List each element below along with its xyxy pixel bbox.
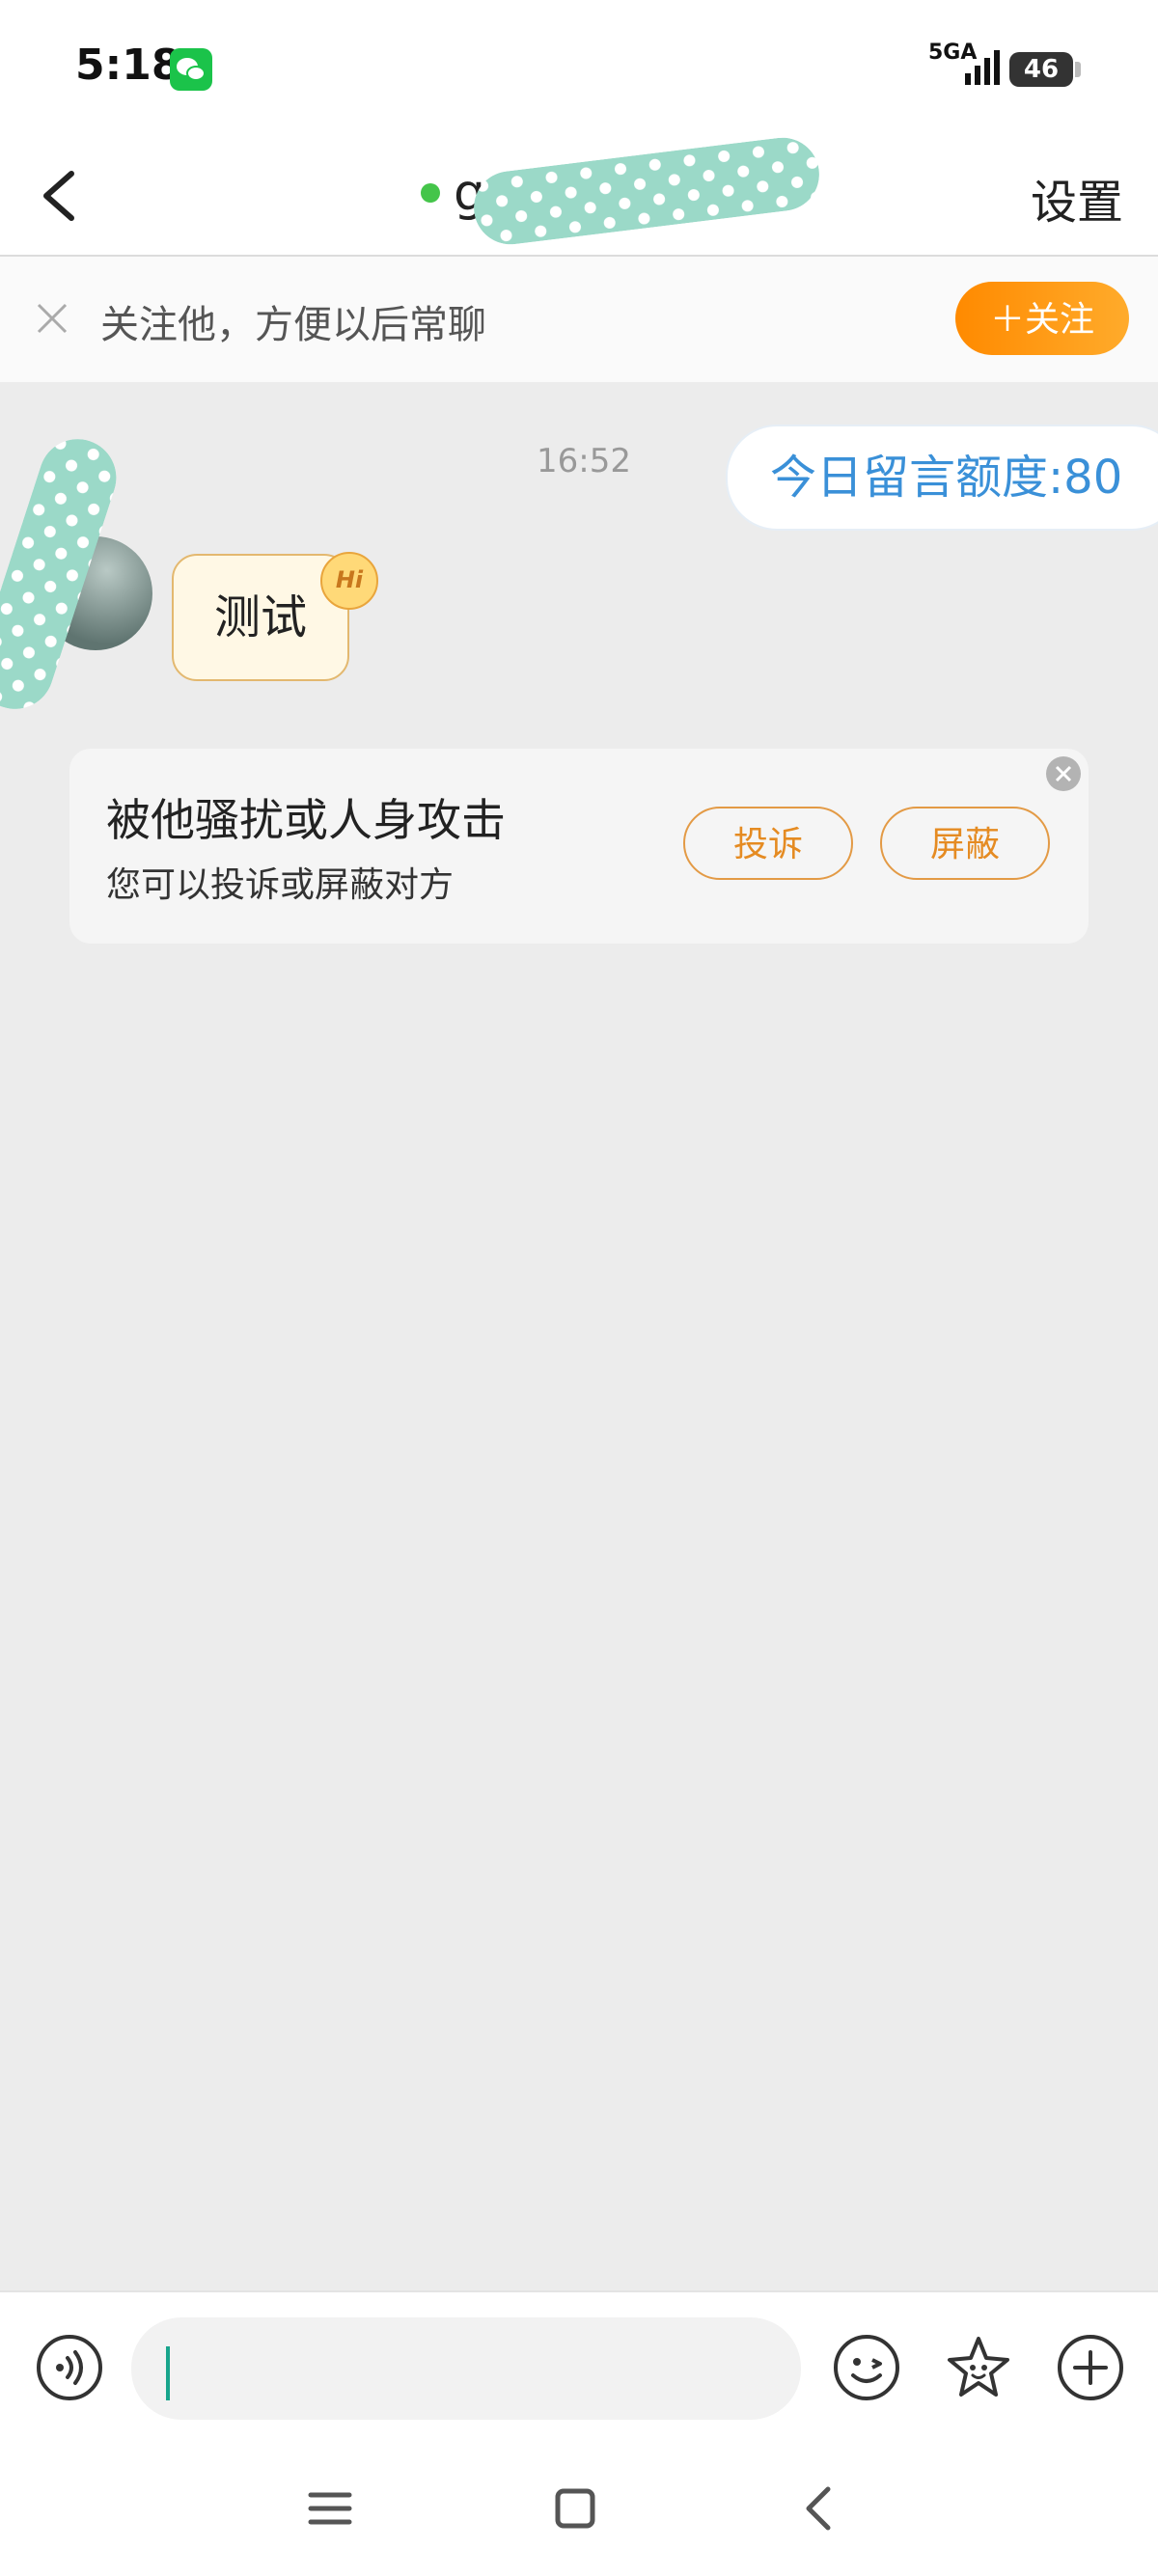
plus-icon bbox=[1058, 2335, 1123, 2400]
block-button[interactable]: 屏蔽 bbox=[880, 807, 1050, 880]
nav-back-button[interactable] bbox=[791, 2480, 849, 2537]
report-button[interactable]: 投诉 bbox=[683, 807, 853, 880]
signal-strength-icon bbox=[965, 50, 1000, 85]
follow-banner: 关注他，方便以后常聊 ＋关注 bbox=[0, 257, 1158, 382]
harassment-report-card: 被他骚扰或人身攻击 您可以投诉或屏蔽对方 投诉 屏蔽 bbox=[69, 749, 1089, 944]
status-bar: 5:18 5GA 46 bbox=[0, 0, 1158, 135]
nav-home-button[interactable] bbox=[546, 2480, 604, 2537]
follow-button[interactable]: ＋关注 bbox=[955, 282, 1129, 355]
report-card-subtitle: 您可以投诉或屏蔽对方 bbox=[106, 865, 455, 905]
voice-input-button[interactable] bbox=[35, 2333, 104, 2402]
emoji-icon bbox=[834, 2335, 899, 2400]
close-icon bbox=[1055, 765, 1072, 782]
message-input[interactable] bbox=[131, 2317, 801, 2420]
back-button[interactable] bbox=[29, 162, 96, 230]
message-quota-badge: 今日留言额度:80 bbox=[726, 425, 1158, 531]
online-status-dot bbox=[421, 183, 440, 203]
wechat-notification-icon bbox=[170, 48, 212, 91]
star-sticker-icon bbox=[948, 2337, 1009, 2397]
chevron-left-icon bbox=[43, 171, 74, 221]
back-arrow-icon bbox=[806, 2486, 831, 2531]
close-card-button[interactable] bbox=[1046, 756, 1081, 791]
close-banner-button[interactable] bbox=[33, 299, 71, 338]
follow-prompt-text: 关注他，方便以后常聊 bbox=[100, 303, 486, 347]
menu-icon bbox=[308, 2492, 352, 2525]
status-time: 5:18 bbox=[75, 41, 181, 90]
message-timestamp: 16:52 bbox=[537, 442, 631, 480]
more-options-button[interactable] bbox=[1056, 2333, 1125, 2402]
battery-indicator: 46 bbox=[1009, 52, 1081, 87]
nav-recents-button[interactable] bbox=[301, 2480, 359, 2537]
voice-icon bbox=[37, 2335, 102, 2400]
home-square-icon bbox=[555, 2488, 595, 2529]
message-input-bar bbox=[0, 2290, 1158, 2447]
report-card-title: 被他骚扰或人身攻击 bbox=[106, 794, 506, 846]
sticker-button[interactable] bbox=[944, 2333, 1013, 2402]
emoji-button[interactable] bbox=[832, 2333, 901, 2402]
redaction-mask bbox=[474, 137, 819, 245]
close-icon bbox=[37, 303, 68, 334]
text-cursor bbox=[166, 2346, 170, 2400]
settings-link[interactable]: 设置 bbox=[1031, 164, 1123, 232]
system-navigation-bar bbox=[0, 2445, 1158, 2576]
hi-badge: Hi bbox=[320, 552, 378, 610]
chat-header: g 设置 bbox=[0, 135, 1158, 257]
